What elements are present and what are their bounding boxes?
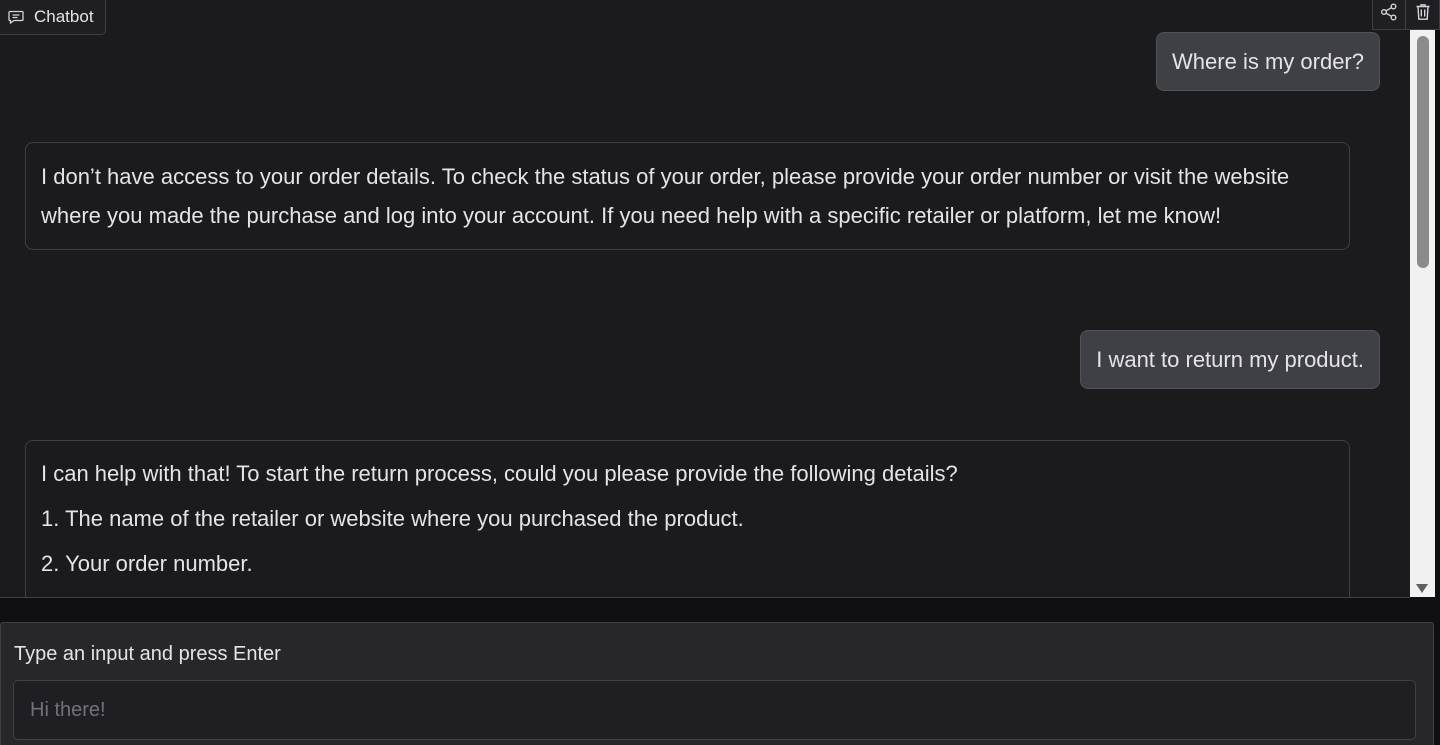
- scrollbar-thumb[interactable]: [1417, 36, 1429, 268]
- bot-message-text: I can help with that! To start the retur…: [41, 461, 958, 486]
- bot-message-text: 2. Your order number.: [41, 551, 253, 576]
- chat-scrollbar[interactable]: [1410, 30, 1435, 597]
- scroll-down-arrow-icon[interactable]: [1416, 584, 1428, 593]
- message-input[interactable]: [13, 680, 1416, 740]
- user-message: Where is my order?: [1156, 32, 1380, 91]
- input-panel: Type an input and press Enter: [0, 622, 1434, 745]
- chat-actions: [1372, 0, 1440, 30]
- share-button[interactable]: [1372, 0, 1406, 30]
- bot-message: I can help with that! To start the retur…: [25, 440, 1350, 597]
- user-message-text: I want to return my product.: [1096, 347, 1364, 372]
- bot-message-text: I don’t have access to your order detail…: [41, 164, 1290, 228]
- trash-icon: [1415, 3, 1431, 26]
- chatbot-panel: Chatbot Where is my order? I don’t have …: [0, 0, 1410, 598]
- bot-message: I don’t have access to your order detail…: [25, 142, 1350, 250]
- user-message: I want to return my product.: [1080, 330, 1380, 389]
- clear-button[interactable]: [1406, 0, 1440, 30]
- share-icon: [1380, 3, 1398, 26]
- chatbot-label: Chatbot: [0, 0, 106, 35]
- bot-message-text: 1. The name of the retailer or website w…: [41, 506, 744, 531]
- chatbot-label-text: Chatbot: [34, 7, 94, 26]
- user-message-text: Where is my order?: [1172, 49, 1364, 74]
- input-label: Type an input and press Enter: [14, 643, 281, 665]
- chat-bubble-icon: [8, 10, 24, 24]
